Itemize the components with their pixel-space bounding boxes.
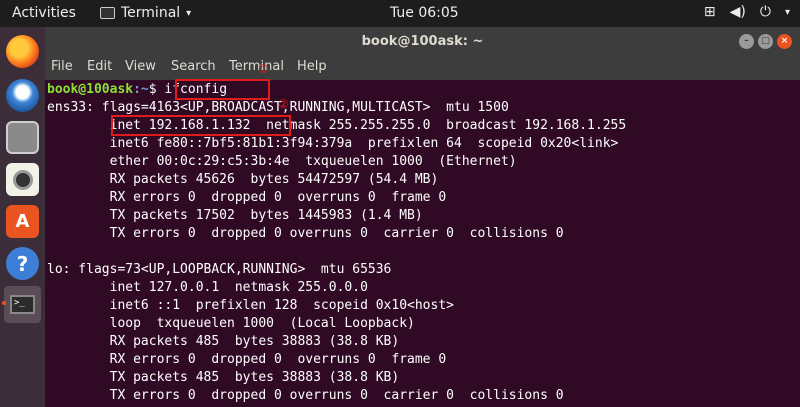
files-icon[interactable] bbox=[6, 121, 39, 154]
ip-highlight-box bbox=[111, 115, 291, 136]
output-line: ether 00:0c:29:c5:3b:4e txqueuelen 1000 … bbox=[47, 154, 517, 169]
app-name: Terminal bbox=[121, 5, 181, 21]
software-center-icon[interactable]: A bbox=[6, 205, 39, 238]
annotation-marker-1: ① bbox=[258, 62, 269, 76]
prompt-user: book@100ask bbox=[47, 82, 134, 97]
caret-down-icon[interactable]: ▾ bbox=[785, 7, 790, 18]
menu-search[interactable]: Search bbox=[171, 59, 216, 74]
output-line: lo: flags=73<UP,LOOPBACK,RUNNING> mtu 65… bbox=[47, 262, 392, 277]
menu-edit[interactable]: Edit bbox=[87, 59, 112, 74]
prompt-path: :~ bbox=[133, 82, 149, 97]
activities-button[interactable]: Activities bbox=[12, 5, 76, 21]
terminal-screen-icon: >_ bbox=[10, 295, 35, 314]
annotation-marker-2: ② bbox=[278, 97, 289, 111]
system-tray[interactable]: ⊞ ◀) ⏻ ▾ bbox=[704, 4, 790, 20]
close-button[interactable]: × bbox=[777, 34, 792, 49]
output-line: inet6 ::1 prefixlen 128 scopeid 0x10<hos… bbox=[47, 298, 454, 313]
caret-down-icon: ▾ bbox=[186, 7, 192, 19]
terminal-dock-icon[interactable]: >_ bbox=[4, 286, 41, 323]
maximize-button[interactable]: □ bbox=[758, 34, 773, 49]
menu-file[interactable]: File bbox=[51, 59, 73, 74]
thunderbird-icon[interactable] bbox=[6, 79, 39, 112]
output-line: inet 127.0.0.1 netmask 255.0.0.0 bbox=[47, 280, 368, 295]
dock: A ? >_ bbox=[0, 27, 45, 407]
menu-bar: File Edit View Search Terminal Help bbox=[45, 56, 800, 80]
output-line: inet6 fe80::7bf5:81b1:3f94:379a prefixle… bbox=[47, 136, 619, 151]
output-line: TX packets 17502 bytes 1445983 (1.4 MB) bbox=[47, 208, 423, 223]
output-line: TX errors 0 dropped 0 overruns 0 carrier… bbox=[47, 226, 564, 241]
volume-icon[interactable]: ◀) bbox=[730, 4, 746, 20]
output-line: TX errors 0 dropped 0 overruns 0 carrier… bbox=[47, 388, 564, 403]
top-bar: Activities Terminal ▾ Tue 06:05 ⊞ ◀) ⏻ ▾ bbox=[0, 0, 800, 27]
prompt-symbol: $ bbox=[148, 82, 165, 97]
output-line: RX errors 0 dropped 0 overruns 0 frame 0 bbox=[47, 352, 447, 367]
menu-view[interactable]: View bbox=[125, 59, 156, 74]
minimize-button[interactable]: – bbox=[739, 34, 754, 49]
output-line: RX packets 45626 bytes 54472597 (54.4 MB… bbox=[47, 172, 439, 187]
window-titlebar[interactable]: book@100ask: ~ – □ × bbox=[45, 27, 800, 56]
command-highlight-box bbox=[175, 79, 270, 100]
output-line: RX errors 0 dropped 0 overruns 0 frame 0 bbox=[47, 190, 447, 205]
power-icon[interactable]: ⏻ bbox=[760, 4, 771, 20]
clock[interactable]: Tue 06:05 bbox=[390, 5, 459, 21]
terminal-app-icon bbox=[100, 7, 115, 19]
running-indicator bbox=[2, 301, 6, 305]
menu-terminal[interactable]: Terminal bbox=[229, 59, 284, 74]
window-title: book@100ask: ~ bbox=[361, 34, 484, 49]
firefox-icon[interactable] bbox=[6, 35, 39, 68]
output-line: TX packets 485 bytes 38883 (38.8 KB) bbox=[47, 370, 400, 385]
network-icon[interactable]: ⊞ bbox=[704, 4, 716, 20]
output-line: loop txqueuelen 1000 (Local Loopback) bbox=[47, 316, 415, 331]
help-icon[interactable]: ? bbox=[6, 247, 39, 280]
app-menu[interactable]: Terminal ▾ bbox=[100, 5, 191, 21]
terminal-output[interactable]: book@100ask:~$ ifconfig ens33: flags=416… bbox=[45, 62, 800, 407]
rhythmbox-icon[interactable] bbox=[6, 163, 39, 196]
output-line: RX packets 485 bytes 38883 (38.8 KB) bbox=[47, 334, 400, 349]
menu-help[interactable]: Help bbox=[297, 59, 327, 74]
